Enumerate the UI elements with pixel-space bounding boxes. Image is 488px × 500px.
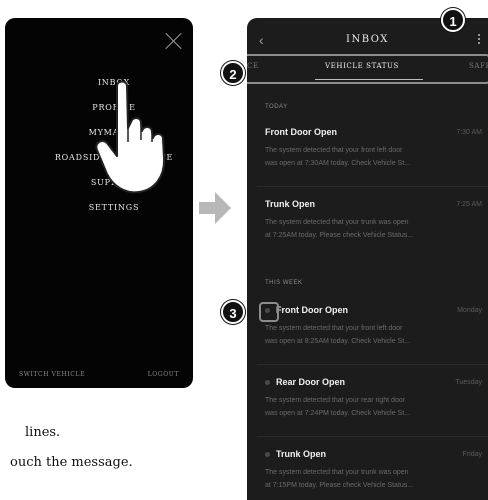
caption-line: ouch the message. <box>10 455 133 470</box>
message-preview-line: was open at 7:24PM today. Check Vehicle … <box>265 410 411 417</box>
message-item[interactable]: Trunk Open 7:25 AM The system detected t… <box>265 198 482 242</box>
switch-vehicle-link[interactable]: SWITCH VEHICLE <box>19 371 85 378</box>
message-title: Trunk Open <box>265 199 316 209</box>
message-item[interactable]: Front Door Open Monday The system detect… <box>265 304 482 348</box>
message-time: Monday <box>457 306 482 314</box>
section-label-today: TODAY <box>265 104 288 110</box>
callout-badge: 1 <box>441 8 465 32</box>
caption-line: lines. <box>25 425 61 440</box>
message-preview-line: was open at 8:25AM today. Check Vehicle … <box>265 338 411 345</box>
message-time: 7:30 AM <box>456 128 482 136</box>
inbox-tabs: CE VEHICLE STATUS SAFE <box>247 54 488 84</box>
menu-screen: INBOX PROFILE MYMAZDA ROADSIDE ASSISTANC… <box>5 18 193 388</box>
message-item[interactable]: Front Door Open 7:30 AM The system detec… <box>265 126 482 170</box>
message-preview-line: at 7:15PM today. Please check Vehicle St… <box>265 482 414 489</box>
message-title: Trunk Open <box>276 449 327 459</box>
message-preview-line: The system detected that your rear right… <box>265 397 406 404</box>
message-preview-line: was open at 7:30AM today. Check Vehicle … <box>265 160 411 167</box>
message-item[interactable]: Rear Door Open Tuesday The system detect… <box>265 376 482 420</box>
callout-badge: 3 <box>221 300 245 324</box>
unread-dot-highlight-outline <box>259 302 279 322</box>
unread-dot-icon <box>265 451 270 457</box>
menu-footer: SWITCH VEHICLE LOGOUT <box>19 371 179 378</box>
divider <box>257 186 488 187</box>
divider <box>257 364 488 365</box>
message-preview-line: The system detected that your front left… <box>265 147 403 154</box>
tabs-highlight-outline <box>247 54 488 84</box>
message-preview-line: The system detected that your trunk was … <box>265 469 409 476</box>
close-icon[interactable] <box>165 32 183 50</box>
section-label-this-week: THIS WEEK <box>265 280 303 286</box>
more-options-icon[interactable] <box>478 34 480 44</box>
message-time: Tuesday <box>455 378 482 386</box>
callout-badge: 2 <box>221 61 245 85</box>
inbox-screen: ‹ INBOX CE VEHICLE STATUS SAFE TODAY Fro… <box>247 18 488 500</box>
logout-link[interactable]: LOGOUT <box>148 371 179 378</box>
message-preview-line: The system detected that your trunk was … <box>265 219 409 226</box>
page-title: INBOX <box>346 34 389 45</box>
message-title: Rear Door Open <box>276 377 346 387</box>
message-time: Friday <box>462 450 482 458</box>
message-preview-line: at 7:25AM today. Please check Vehicle St… <box>265 232 414 239</box>
message-preview-line: The system detected that your front left… <box>265 325 403 332</box>
divider <box>257 436 488 437</box>
message-time: 7:25 AM <box>456 200 482 208</box>
right-arrow-icon <box>199 192 231 224</box>
hand-pointer-icon <box>95 80 166 194</box>
unread-dot-icon <box>265 379 270 385</box>
message-title: Front Door Open <box>276 305 348 315</box>
message-item[interactable]: Trunk Open Friday The system detected th… <box>265 448 482 492</box>
message-title: Front Door Open <box>265 127 337 137</box>
menu-item-settings[interactable]: SETTINGS <box>5 195 193 220</box>
